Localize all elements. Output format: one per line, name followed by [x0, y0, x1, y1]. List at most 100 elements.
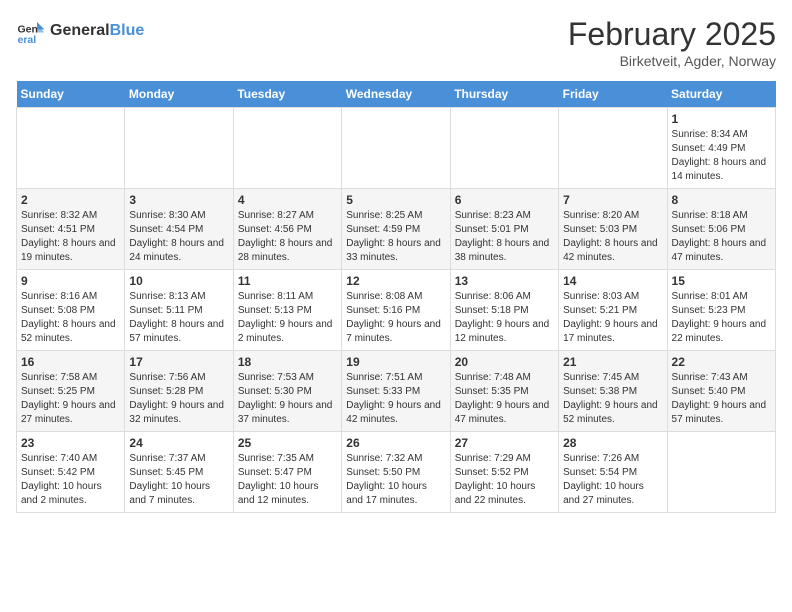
day-info: Sunrise: 8:13 AM Sunset: 5:11 PM Dayligh…	[129, 290, 228, 346]
day-number: 14	[563, 274, 662, 288]
day-info: Sunrise: 7:53 AM Sunset: 5:30 PM Dayligh…	[238, 371, 337, 427]
calendar-cell	[667, 432, 775, 513]
calendar-cell: 18 Sunrise: 7:53 AM Sunset: 5:30 PM Dayli…	[233, 351, 341, 432]
day-info: Sunrise: 7:45 AM Sunset: 5:38 PM Dayligh…	[563, 371, 662, 427]
title-area: February 2025 Birketveit, Agder, Norway	[568, 16, 776, 69]
day-header-thursday: Thursday	[450, 81, 558, 108]
day-info: Sunrise: 8:18 AM Sunset: 5:06 PM Dayligh…	[672, 209, 771, 265]
day-number: 7	[563, 193, 662, 207]
logo-icon: Gen eral	[16, 16, 46, 46]
day-info: Sunrise: 7:58 AM Sunset: 5:25 PM Dayligh…	[21, 371, 120, 427]
calendar-cell: 1 Sunrise: 8:34 AM Sunset: 4:49 PM Daylig…	[667, 108, 775, 189]
day-header-friday: Friday	[559, 81, 667, 108]
calendar-cell: 10 Sunrise: 8:13 AM Sunset: 5:11 PM Dayli…	[125, 270, 233, 351]
day-info: Sunrise: 7:40 AM Sunset: 5:42 PM Dayligh…	[21, 452, 120, 508]
calendar-cell	[17, 108, 125, 189]
day-number: 17	[129, 355, 228, 369]
calendar-cell: 13 Sunrise: 8:06 AM Sunset: 5:18 PM Dayli…	[450, 270, 558, 351]
day-number: 20	[455, 355, 554, 369]
calendar-cell: 16 Sunrise: 7:58 AM Sunset: 5:25 PM Dayli…	[17, 351, 125, 432]
calendar-cell: 20 Sunrise: 7:48 AM Sunset: 5:35 PM Dayli…	[450, 351, 558, 432]
day-info: Sunrise: 8:20 AM Sunset: 5:03 PM Dayligh…	[563, 209, 662, 265]
day-info: Sunrise: 8:27 AM Sunset: 4:56 PM Dayligh…	[238, 209, 337, 265]
calendar-cell: 9 Sunrise: 8:16 AM Sunset: 5:08 PM Daylig…	[17, 270, 125, 351]
day-number: 11	[238, 274, 337, 288]
calendar-cell: 19 Sunrise: 7:51 AM Sunset: 5:33 PM Dayli…	[342, 351, 450, 432]
day-number: 1	[672, 112, 771, 126]
day-number: 2	[21, 193, 120, 207]
week-row-5: 23 Sunrise: 7:40 AM Sunset: 5:42 PM Dayli…	[17, 432, 776, 513]
calendar-title: February 2025	[568, 16, 776, 53]
calendar-cell: 23 Sunrise: 7:40 AM Sunset: 5:42 PM Dayli…	[17, 432, 125, 513]
calendar-cell: 25 Sunrise: 7:35 AM Sunset: 5:47 PM Dayli…	[233, 432, 341, 513]
day-info: Sunrise: 7:43 AM Sunset: 5:40 PM Dayligh…	[672, 371, 771, 427]
day-number: 5	[346, 193, 445, 207]
calendar-cell: 3 Sunrise: 8:30 AM Sunset: 4:54 PM Daylig…	[125, 189, 233, 270]
day-number: 3	[129, 193, 228, 207]
day-number: 19	[346, 355, 445, 369]
day-info: Sunrise: 7:37 AM Sunset: 5:45 PM Dayligh…	[129, 452, 228, 508]
day-info: Sunrise: 8:32 AM Sunset: 4:51 PM Dayligh…	[21, 209, 120, 265]
day-info: Sunrise: 8:08 AM Sunset: 5:16 PM Dayligh…	[346, 290, 445, 346]
week-row-2: 2 Sunrise: 8:32 AM Sunset: 4:51 PM Daylig…	[17, 189, 776, 270]
day-number: 23	[21, 436, 120, 450]
day-info: Sunrise: 7:29 AM Sunset: 5:52 PM Dayligh…	[455, 452, 554, 508]
day-number: 6	[455, 193, 554, 207]
calendar-cell: 7 Sunrise: 8:20 AM Sunset: 5:03 PM Daylig…	[559, 189, 667, 270]
day-info: Sunrise: 8:06 AM Sunset: 5:18 PM Dayligh…	[455, 290, 554, 346]
calendar-cell: 17 Sunrise: 7:56 AM Sunset: 5:28 PM Dayli…	[125, 351, 233, 432]
calendar-cell	[450, 108, 558, 189]
day-number: 4	[238, 193, 337, 207]
calendar-cell: 21 Sunrise: 7:45 AM Sunset: 5:38 PM Dayli…	[559, 351, 667, 432]
calendar-cell: 28Sunrise: 7:26 AM Sunset: 5:54 PM Dayli…	[559, 432, 667, 513]
day-number: 9	[21, 274, 120, 288]
week-row-3: 9 Sunrise: 8:16 AM Sunset: 5:08 PM Daylig…	[17, 270, 776, 351]
day-info: Sunrise: 8:11 AM Sunset: 5:13 PM Dayligh…	[238, 290, 337, 346]
day-number: 27	[455, 436, 554, 450]
calendar-cell	[125, 108, 233, 189]
day-number: 24	[129, 436, 228, 450]
calendar-cell	[233, 108, 341, 189]
calendar-cell: 15Sunrise: 8:01 AM Sunset: 5:23 PM Dayli…	[667, 270, 775, 351]
day-header-saturday: Saturday	[667, 81, 775, 108]
calendar-cell: 11 Sunrise: 8:11 AM Sunset: 5:13 PM Dayli…	[233, 270, 341, 351]
calendar-cell: 24 Sunrise: 7:37 AM Sunset: 5:45 PM Dayli…	[125, 432, 233, 513]
calendar-cell: 6 Sunrise: 8:23 AM Sunset: 5:01 PM Daylig…	[450, 189, 558, 270]
day-header-monday: Monday	[125, 81, 233, 108]
calendar-cell	[559, 108, 667, 189]
svg-text:eral: eral	[18, 34, 37, 46]
day-info: Sunrise: 7:35 AM Sunset: 5:47 PM Dayligh…	[238, 452, 337, 508]
day-info: Sunrise: 8:30 AM Sunset: 4:54 PM Dayligh…	[129, 209, 228, 265]
day-info: Sunrise: 8:34 AM Sunset: 4:49 PM Dayligh…	[672, 128, 771, 184]
day-number: 16	[21, 355, 120, 369]
calendar-subtitle: Birketveit, Agder, Norway	[568, 53, 776, 69]
day-info: Sunrise: 8:16 AM Sunset: 5:08 PM Dayligh…	[21, 290, 120, 346]
calendar-table: SundayMondayTuesdayWednesdayThursdayFrid…	[16, 81, 776, 513]
calendar-cell: 27 Sunrise: 7:29 AM Sunset: 5:52 PM Dayli…	[450, 432, 558, 513]
day-number: 15	[672, 274, 771, 288]
header-row: SundayMondayTuesdayWednesdayThursdayFrid…	[17, 81, 776, 108]
day-info: Sunrise: 7:51 AM Sunset: 5:33 PM Dayligh…	[346, 371, 445, 427]
day-number: 22	[672, 355, 771, 369]
day-info: Sunrise: 7:48 AM Sunset: 5:35 PM Dayligh…	[455, 371, 554, 427]
week-row-1: 1 Sunrise: 8:34 AM Sunset: 4:49 PM Daylig…	[17, 108, 776, 189]
calendar-cell: 5Sunrise: 8:25 AM Sunset: 4:59 PM Daylig…	[342, 189, 450, 270]
day-number: 21	[563, 355, 662, 369]
week-row-4: 16 Sunrise: 7:58 AM Sunset: 5:25 PM Dayli…	[17, 351, 776, 432]
calendar-cell: 2 Sunrise: 8:32 AM Sunset: 4:51 PM Daylig…	[17, 189, 125, 270]
calendar-cell: 22 Sunrise: 7:43 AM Sunset: 5:40 PM Dayli…	[667, 351, 775, 432]
day-number: 13	[455, 274, 554, 288]
day-number: 18	[238, 355, 337, 369]
logo: Gen eral GeneralBlue	[16, 16, 144, 46]
day-number: 10	[129, 274, 228, 288]
logo-blue: Blue	[110, 22, 145, 40]
calendar-cell: 8Sunrise: 8:18 AM Sunset: 5:06 PM Daylig…	[667, 189, 775, 270]
day-info: Sunrise: 7:32 AM Sunset: 5:50 PM Dayligh…	[346, 452, 445, 508]
day-number: 25	[238, 436, 337, 450]
day-info: Sunrise: 7:26 AM Sunset: 5:54 PM Dayligh…	[563, 452, 662, 508]
day-info: Sunrise: 8:23 AM Sunset: 5:01 PM Dayligh…	[455, 209, 554, 265]
day-info: Sunrise: 7:56 AM Sunset: 5:28 PM Dayligh…	[129, 371, 228, 427]
calendar-cell: 14Sunrise: 8:03 AM Sunset: 5:21 PM Dayli…	[559, 270, 667, 351]
day-number: 12	[346, 274, 445, 288]
logo-general: General	[50, 22, 110, 40]
